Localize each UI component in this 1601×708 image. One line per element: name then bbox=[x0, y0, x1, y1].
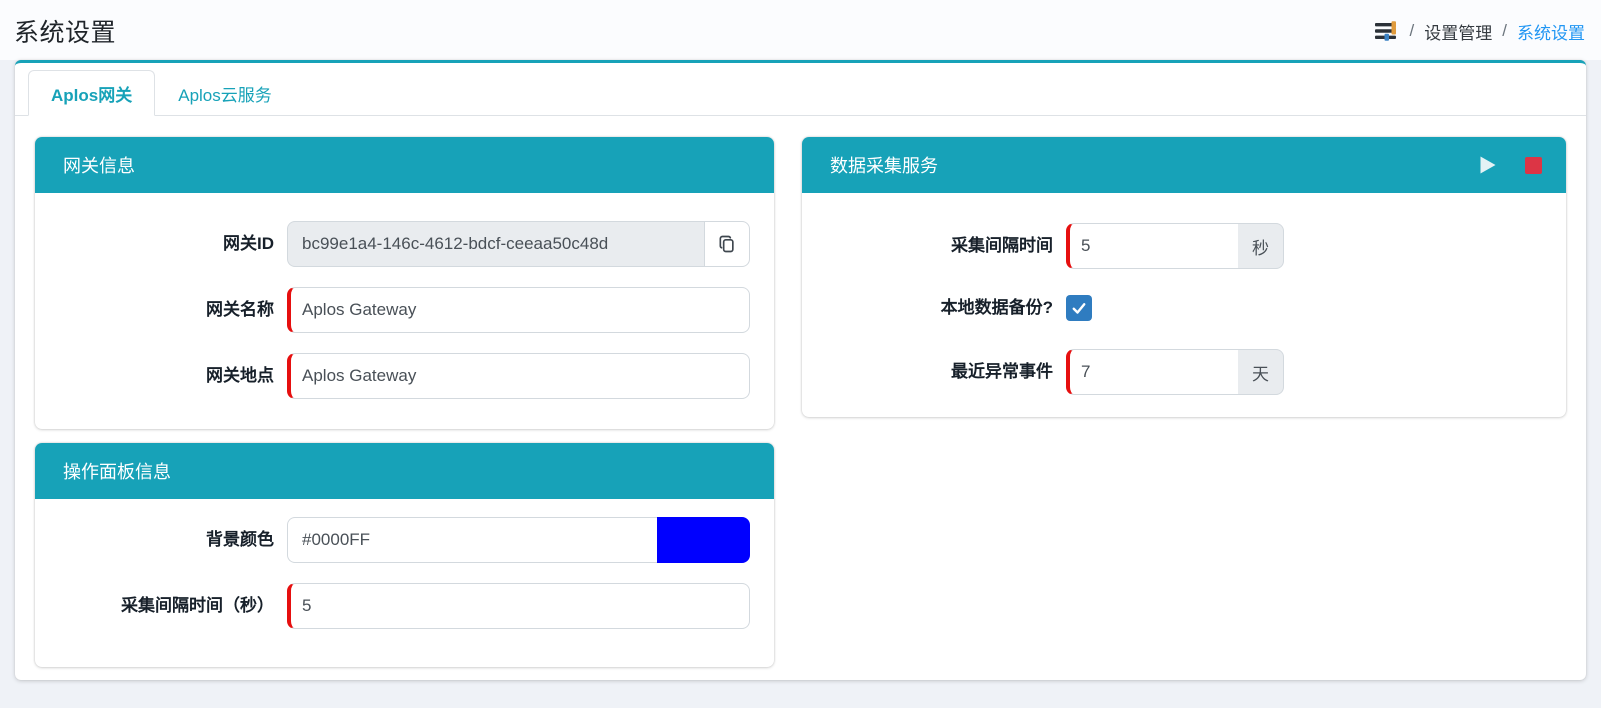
collect-interval-seconds-input[interactable] bbox=[287, 583, 750, 629]
gateway-info-panel: 网关信息 网关ID bc99e1a4-146c-4612-bdcf-ceeaa5… bbox=[35, 137, 774, 429]
collect-interval-seconds-control bbox=[287, 583, 750, 629]
page: 系统设置 / 设置管理 / 系统设置 Aplos网关 Aplos云服务 网关信息… bbox=[0, 0, 1601, 680]
ops-panel-info-body: 背景颜色 采集间隔时间（秒） bbox=[35, 499, 774, 667]
start-service-button[interactable] bbox=[1477, 154, 1498, 176]
gateway-id-row: 网关ID bbox=[59, 221, 750, 267]
page-title: 系统设置 bbox=[14, 19, 117, 47]
gateway-id-group bbox=[287, 221, 750, 267]
ops-panel-info-header: 操作面板信息 bbox=[35, 443, 774, 499]
gateway-location-label: 网关地点 bbox=[206, 366, 274, 386]
breadcrumb: / 设置管理 / 系统设置 bbox=[1373, 19, 1585, 44]
play-icon bbox=[1477, 154, 1498, 176]
gateway-location-row: 网关地点 bbox=[59, 353, 750, 399]
settings-card: Aplos网关 Aplos云服务 网关信息 网关ID bc99e1a4-146c… bbox=[15, 60, 1586, 680]
tab-content: 网关信息 网关ID bc99e1a4-146c-4612-bdcf-ceeaa5… bbox=[15, 116, 1586, 701]
background-color-label: 背景颜色 bbox=[206, 530, 274, 550]
tab-aplos-cloud[interactable]: Aplos云服务 bbox=[155, 70, 295, 116]
breadcrumb-separator: / bbox=[1502, 21, 1507, 40]
gateway-id-label: 网关ID bbox=[223, 234, 274, 254]
gateway-info-header: 网关信息 bbox=[35, 137, 774, 193]
gateway-location-control bbox=[287, 353, 750, 399]
local-backup-row: 本地数据备份? bbox=[826, 295, 1542, 321]
gateway-name-row: 网关名称 bbox=[59, 287, 750, 333]
sliders-icon[interactable] bbox=[1373, 19, 1400, 43]
recent-anomaly-label: 最近异常事件 bbox=[951, 362, 1053, 382]
content-header: 系统设置 / 设置管理 / 系统设置 bbox=[0, 0, 1601, 60]
collect-interval-seconds-label: 采集间隔时间（秒） bbox=[121, 596, 274, 616]
recent-anomaly-row: 最近异常事件 天 bbox=[826, 349, 1542, 395]
background-color-row: 背景颜色 bbox=[59, 517, 750, 563]
collect-interval-seconds-row: 采集间隔时间（秒） bbox=[59, 583, 750, 629]
ops-panel-info-title: 操作面板信息 bbox=[63, 462, 171, 482]
local-backup-control bbox=[1066, 295, 1542, 321]
collect-interval-group: 秒 bbox=[1066, 223, 1284, 269]
color-swatch[interactable] bbox=[657, 517, 750, 563]
background-color-input[interactable] bbox=[287, 517, 657, 563]
data-collection-header: 数据采集服务 bbox=[802, 137, 1566, 193]
breadcrumb-item-settings-management[interactable]: 设置管理 bbox=[1424, 19, 1492, 44]
copy-button[interactable] bbox=[704, 221, 750, 267]
days-unit-addon: 天 bbox=[1238, 349, 1284, 395]
data-collection-body: 采集间隔时间 秒 本地数据备份? bbox=[802, 193, 1566, 417]
background-color-group bbox=[287, 517, 750, 563]
left-column: 网关信息 网关ID bc99e1a4-146c-4612-bdcf-ceeaa5… bbox=[35, 137, 774, 681]
local-backup-checkbox[interactable] bbox=[1066, 295, 1092, 321]
seconds-unit-addon: 秒 bbox=[1238, 223, 1284, 269]
breadcrumb-separator: / bbox=[1409, 21, 1415, 40]
breadcrumb-item-system-settings[interactable]: 系统设置 bbox=[1517, 19, 1585, 44]
gateway-id-input[interactable] bbox=[287, 221, 704, 267]
right-column: 数据采集服务 采集间隔时间 5 秒 本地数据备份? 最近异常事件 7 天 bbox=[802, 137, 1566, 681]
collect-interval-label: 采集间隔时间 bbox=[951, 236, 1053, 256]
stop-service-button[interactable] bbox=[1525, 156, 1542, 174]
tab-bar: Aplos网关 Aplos云服务 bbox=[15, 63, 1586, 116]
recent-anomaly-group: 天 bbox=[1066, 349, 1284, 395]
collect-interval-input[interactable] bbox=[1066, 223, 1238, 269]
gateway-info-title: 网关信息 bbox=[63, 156, 135, 176]
data-collection-actions bbox=[1477, 154, 1542, 176]
check-icon bbox=[1070, 299, 1088, 317]
tab-aplos-gateway[interactable]: Aplos网关 bbox=[28, 70, 156, 116]
copy-icon bbox=[717, 234, 737, 254]
ops-panel-info-panel: 操作面板信息 背景颜色 采集间隔时间（秒） bbox=[35, 443, 774, 667]
gateway-info-body: 网关ID bc99e1a4-146c-4612-bdcf-ceeaa50c48d… bbox=[35, 193, 774, 429]
local-backup-label: 本地数据备份? bbox=[940, 298, 1053, 318]
data-collection-title: 数据采集服务 bbox=[830, 156, 938, 176]
data-collection-panel: 数据采集服务 采集间隔时间 5 秒 本地数据备份? 最近异常事件 7 天 bbox=[802, 137, 1566, 417]
stop-icon bbox=[1525, 156, 1542, 174]
gateway-location-input[interactable] bbox=[287, 353, 750, 399]
gateway-name-input[interactable] bbox=[287, 287, 750, 333]
gateway-name-control bbox=[287, 287, 750, 333]
recent-anomaly-input[interactable] bbox=[1066, 349, 1238, 395]
collect-interval-row: 采集间隔时间 秒 bbox=[826, 223, 1542, 269]
gateway-name-label: 网关名称 bbox=[206, 300, 274, 320]
